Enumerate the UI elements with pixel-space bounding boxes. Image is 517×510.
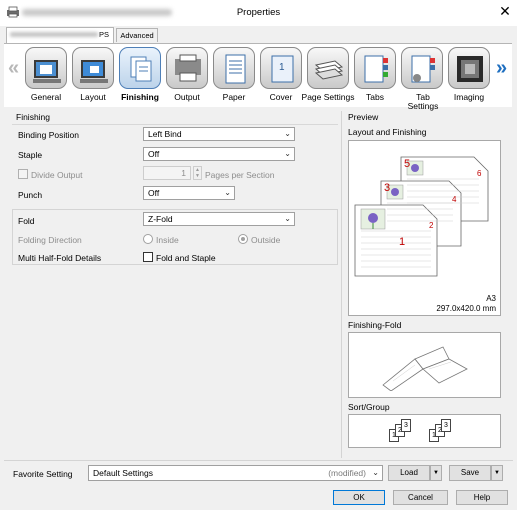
binding-position-label: Binding Position (18, 130, 79, 140)
multi-half-fold-label: Multi Half-Fold Details (18, 253, 102, 263)
ribbon-item-layout[interactable] (72, 47, 114, 89)
finishing-section-title: Finishing (16, 112, 51, 122)
tab-settings-icon (411, 55, 435, 83)
finishing-icon (130, 56, 152, 82)
inside-radio[interactable] (143, 234, 153, 244)
layout-preview-panel: 5 6 3 4 2 1 A3 297.0x420.0 mm (348, 140, 501, 316)
staple-value: Off (148, 149, 160, 159)
paper-dimensions: 297.0x420.0 mm (436, 304, 496, 313)
punch-value: Off (148, 188, 160, 198)
favorite-setting-label: Favorite Setting (13, 469, 73, 479)
fold-preview-panel (348, 332, 501, 398)
fold-and-staple-checkbox[interactable] (143, 252, 153, 262)
favorite-setting-dropdown[interactable]: Default Settings (modified) ⌄ (88, 465, 383, 481)
outside-label: Outside (251, 235, 281, 245)
sort-page: 3 (441, 419, 451, 432)
ribbon-item-tab-settings[interactable] (401, 47, 443, 89)
page-number-3: 3 (384, 182, 391, 194)
finishing-divider (12, 124, 338, 125)
ribbon-item-cover[interactable]: 1 (260, 47, 302, 89)
fold-label: Fold (18, 216, 35, 226)
pages-per-section-input[interactable]: 1 (143, 166, 191, 180)
page-number-2: 2 (429, 221, 434, 230)
general-icon (33, 60, 61, 83)
sort-preview-panel: 1 2 3 1 2 3 (348, 414, 501, 448)
window-title: Properties (236, 7, 281, 18)
punch-dropdown[interactable]: Off ⌄ (143, 186, 235, 200)
ok-button[interactable]: OK (333, 490, 385, 505)
footer-divider (4, 460, 513, 461)
binding-position-value: Left Bind (148, 129, 182, 139)
save-button[interactable]: Save (449, 465, 491, 481)
finishing-fold-title: Finishing-Fold (348, 320, 402, 330)
sort-page: 3 (401, 419, 411, 432)
page-number-1: 1 (399, 236, 406, 248)
page-settings-icon (314, 60, 344, 80)
tab-ps-label: PS (99, 30, 110, 39)
pages-per-section-label: Pages per Section (205, 170, 275, 180)
fold-and-staple-label: Fold and Staple (156, 253, 216, 263)
page-number-4: 4 (452, 195, 457, 204)
chevron-down-icon: ⌄ (284, 129, 291, 138)
load-button[interactable]: Load (388, 465, 430, 481)
ribbon-item-paper[interactable] (213, 47, 255, 89)
z-fold-icon (382, 346, 468, 391)
divide-output-label: Divide Output (31, 170, 83, 180)
imaging-icon (457, 56, 483, 82)
inside-label: Inside (156, 235, 179, 245)
tabs-icon (364, 55, 388, 83)
punch-label: Punch (18, 190, 43, 200)
cancel-button[interactable]: Cancel (393, 490, 448, 505)
finishing-panel (10, 111, 342, 458)
cover-page-number: 1 (279, 62, 285, 73)
paper-size: A3 (486, 294, 496, 303)
chevron-down-icon: ⌄ (284, 149, 291, 158)
ribbon-item-general[interactable] (25, 47, 67, 89)
help-button[interactable]: Help (456, 490, 508, 505)
ribbon-item-page-settings[interactable] (307, 47, 349, 89)
staple-dropdown[interactable]: Off ⌄ (143, 147, 295, 161)
fold-value: Z-Fold (148, 214, 173, 224)
preview-title: Preview (348, 112, 379, 122)
favorite-modified-status: (modified) (328, 468, 366, 478)
ribbon-label-imaging: Imaging (453, 92, 485, 102)
tab-printer-name-redacted (10, 32, 98, 37)
output-icon (175, 54, 201, 82)
ribbon-item-output[interactable] (166, 47, 208, 89)
booklet-preview-image (354, 156, 489, 277)
ribbon-item-finishing[interactable] (119, 47, 161, 89)
ribbon-item-imaging[interactable] (448, 47, 490, 89)
tab-advanced[interactable]: Advanced (116, 28, 158, 42)
outside-radio[interactable] (238, 234, 248, 244)
load-menu-button[interactable]: ▼ (430, 465, 442, 481)
staple-label: Staple (18, 150, 43, 160)
binding-position-dropdown[interactable]: Left Bind ⌄ (143, 127, 295, 141)
close-button[interactable]: ✕ (495, 3, 515, 21)
layout-and-finishing-title: Layout and Finishing (348, 127, 427, 137)
page-number-5: 5 (404, 158, 411, 170)
layout-icon (80, 60, 108, 83)
divide-output-checkbox[interactable] (18, 169, 28, 179)
pages-spinner[interactable]: ▲ ▼ (193, 166, 202, 180)
favorite-setting-value: Default Settings (93, 468, 154, 478)
paper-icon (225, 54, 246, 84)
folding-direction-label: Folding Direction (18, 235, 82, 245)
ribbon-prev-arrow[interactable]: « (8, 58, 19, 78)
chevron-down-icon: ⌄ (224, 188, 231, 197)
ribbon-next-arrow[interactable]: » (496, 58, 507, 78)
ribbon-label-tabs: Tabs (366, 92, 384, 102)
sort-group-title: Sort/Group (348, 402, 390, 412)
save-menu-button[interactable]: ▼ (491, 465, 503, 481)
fold-dropdown[interactable]: Z-Fold ⌄ (143, 212, 295, 226)
ribbon-item-tabs[interactable] (354, 47, 396, 89)
page-number-6: 6 (477, 169, 482, 178)
chevron-down-icon: ⌄ (284, 214, 291, 223)
chevron-down-icon: ⌄ (372, 468, 379, 477)
